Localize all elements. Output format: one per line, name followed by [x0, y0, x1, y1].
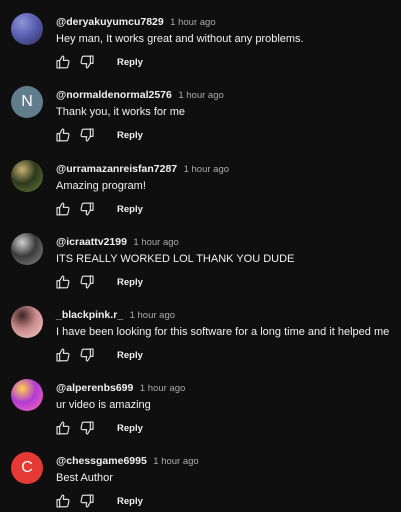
- comment-author[interactable]: @urramazanreisfan7287: [56, 163, 177, 175]
- comment-actions: Reply: [54, 273, 143, 291]
- thumbs-down-icon[interactable]: [78, 273, 96, 291]
- thumbs-up-icon[interactable]: [54, 492, 72, 510]
- comment-author[interactable]: @alperenbs699: [56, 382, 133, 394]
- reply-button[interactable]: Reply: [117, 57, 143, 68]
- comment-timestamp[interactable]: 1 hour ago: [170, 17, 215, 28]
- avatar-letter: C: [21, 459, 33, 476]
- comment-text: ur video is amazing: [56, 399, 151, 411]
- comment-header: @deryakuyumcu7829 1 hour ago: [56, 13, 216, 29]
- reply-button[interactable]: Reply: [117, 423, 143, 434]
- reply-button[interactable]: Reply: [117, 496, 143, 507]
- avatar[interactable]: [11, 306, 43, 338]
- comment-timestamp[interactable]: 1 hour ago: [153, 456, 198, 467]
- thumbs-up-icon[interactable]: [54, 419, 72, 437]
- comment-header: _blackpink.r_ 1 hour ago: [56, 306, 175, 322]
- comment-author[interactable]: @normaldenormal2576: [56, 89, 172, 101]
- comment-text: Amazing program!: [56, 180, 146, 192]
- thumbs-down-icon[interactable]: [78, 492, 96, 510]
- avatar[interactable]: C: [11, 452, 43, 484]
- reply-button[interactable]: Reply: [117, 277, 143, 288]
- thumbs-down-icon[interactable]: [78, 419, 96, 437]
- comment-text: Hey man, It works great and without any …: [56, 33, 304, 45]
- comment-item: _blackpink.r_ 1 hour ago I have been loo…: [0, 306, 401, 379]
- comment-text: I have been looking for this software fo…: [56, 326, 390, 338]
- comment-actions: Reply: [54, 419, 143, 437]
- comments-list: @deryakuyumcu7829 1 hour ago Hey man, It…: [0, 0, 401, 512]
- comment-header: @urramazanreisfan7287 1 hour ago: [56, 160, 229, 176]
- comment-text: Best Author: [56, 472, 113, 484]
- reply-button[interactable]: Reply: [117, 350, 143, 361]
- thumbs-up-icon[interactable]: [54, 126, 72, 144]
- comment-header: @chessgame6995 1 hour ago: [56, 452, 199, 468]
- comment-timestamp[interactable]: 1 hour ago: [140, 383, 185, 394]
- thumbs-up-icon[interactable]: [54, 200, 72, 218]
- thumbs-down-icon[interactable]: [78, 200, 96, 218]
- comment-actions: Reply: [54, 53, 143, 71]
- thumbs-up-icon[interactable]: [54, 273, 72, 291]
- comment-author[interactable]: _blackpink.r_: [56, 309, 123, 321]
- thumbs-up-icon[interactable]: [54, 53, 72, 71]
- comment-timestamp[interactable]: 1 hour ago: [133, 237, 178, 248]
- comment-header: @icraattv2199 1 hour ago: [56, 233, 179, 249]
- comment-author[interactable]: @icraattv2199: [56, 236, 127, 248]
- thumbs-down-icon[interactable]: [78, 346, 96, 364]
- comment-text: Thank you, it works for me: [56, 106, 185, 118]
- comment-author[interactable]: @chessgame6995: [56, 455, 147, 467]
- reply-button[interactable]: Reply: [117, 130, 143, 141]
- comment-timestamp[interactable]: 1 hour ago: [184, 164, 229, 175]
- comment-actions: Reply: [54, 200, 143, 218]
- comment-item: @icraattv2199 1 hour ago ITS REALLY WORK…: [0, 233, 401, 306]
- comment-item: C @chessgame6995 1 hour ago Best Author …: [0, 452, 401, 512]
- comment-item: N @normaldenormal2576 1 hour ago Thank y…: [0, 86, 401, 159]
- comment-text: ITS REALLY WORKED LOL THANK YOU DUDE: [56, 253, 295, 265]
- comment-actions: Reply: [54, 126, 143, 144]
- avatar[interactable]: [11, 233, 43, 265]
- avatar[interactable]: [11, 13, 43, 45]
- comment-actions: Reply: [54, 492, 143, 510]
- comment-header: @alperenbs699 1 hour ago: [56, 379, 185, 395]
- avatar[interactable]: [11, 379, 43, 411]
- thumbs-down-icon[interactable]: [78, 126, 96, 144]
- comment-item: @urramazanreisfan7287 1 hour ago Amazing…: [0, 160, 401, 233]
- avatar-letter: N: [21, 93, 33, 110]
- comment-author[interactable]: @deryakuyumcu7829: [56, 16, 164, 28]
- comment-timestamp[interactable]: 1 hour ago: [130, 310, 175, 321]
- comment-timestamp[interactable]: 1 hour ago: [178, 90, 223, 101]
- comment-item: @deryakuyumcu7829 1 hour ago Hey man, It…: [0, 13, 401, 86]
- thumbs-up-icon[interactable]: [54, 346, 72, 364]
- avatar[interactable]: [11, 160, 43, 192]
- reply-button[interactable]: Reply: [117, 204, 143, 215]
- comment-item: @alperenbs699 1 hour ago ur video is ama…: [0, 379, 401, 452]
- avatar[interactable]: N: [11, 86, 43, 118]
- thumbs-down-icon[interactable]: [78, 53, 96, 71]
- comment-header: @normaldenormal2576 1 hour ago: [56, 86, 224, 102]
- comment-actions: Reply: [54, 346, 143, 364]
